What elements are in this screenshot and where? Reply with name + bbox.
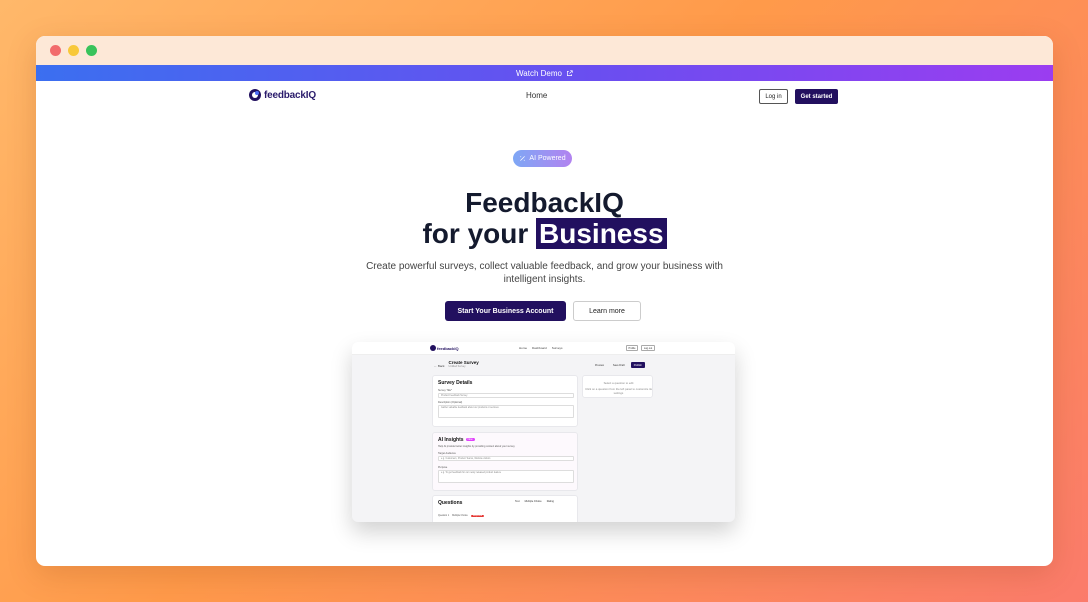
login-button[interactable]: Log in [759,89,788,104]
preview-page-subtitle: Untitled Survey [448,365,466,368]
preview-ai-heading: AI Insights New [438,437,475,443]
preview-save-draft-action: Save Draft [612,363,625,367]
badge-label: AI Powered [529,155,566,162]
preview-purpose-label: Purpose [438,466,448,469]
preview-nav-surveys: Surveys [551,346,563,350]
preview-question-type: Multiple Choice [452,515,468,517]
sparkle-icon [520,156,526,161]
preview-logo-icon [430,345,436,351]
logo-text: feedbackIQ [264,89,316,101]
preview-question-tools: Text Multiple Choice Rating [515,500,554,503]
browser-window: Watch Demo feedbackIQ Home Log in Get st… [36,36,1053,566]
get-started-button[interactable]: Get started [795,89,838,104]
preview-ai-desc: Help AI provide better insights by provi… [438,445,515,448]
preview-logout-button: Log out [641,345,655,351]
close-window-button[interactable] [50,45,61,56]
top-nav: feedbackIQ Home Log in Get started [36,81,1053,111]
preview-tool-text: Text [515,500,520,503]
start-business-account-button[interactable]: Start Your Business Account [445,301,566,321]
preview-back: ← Back [434,364,445,368]
hero-title-prefix: for your [422,218,529,249]
preview-audience-label: Target Audience [438,452,456,455]
preview-title-label: Survey Title* [438,389,453,392]
nav-link-home[interactable]: Home [526,91,547,100]
preview-purpose-input: e.g. To get feedback for our newly relea… [438,470,574,483]
logo-icon [249,89,261,101]
preview-nav: feedbackIQ Home Dashboard Surveys Profil… [352,342,735,355]
preview-ai-heading-text: AI Insights [438,437,464,443]
preview-question-label: Question 1 [438,515,450,517]
preview-tool-multiple-choice: Multiple Choice [524,500,542,503]
preview-question-row: Question 1 Multiple Choice Required [438,515,485,517]
preview-nav-home: Home [519,346,528,350]
window-titlebar [36,36,1053,65]
learn-more-button[interactable]: Learn more [573,301,641,321]
preview-desc-label: Description (Optional) [438,401,463,404]
ai-powered-badge: AI Powered [513,150,572,167]
preview-titles: Create Survey Untitled Survey [449,360,479,368]
preview-questions-card: Questions Text Multiple Choice Rating Qu… [432,495,578,522]
app-preview-image: feedbackIQ Home Dashboard Surveys Profil… [352,342,735,522]
watch-demo-label: Watch Demo [516,68,562,78]
preview-survey-details-card: Survey Details Survey Title* Product Fee… [432,375,578,427]
preview-preview-action: Preview [595,363,604,367]
preview-logo: feedbackIQ [430,345,459,351]
preview-survey-details-heading: Survey Details [438,380,473,386]
hero-subtitle-line2: intelligent insights. [503,274,586,285]
watch-demo-banner[interactable]: Watch Demo [36,65,1053,81]
preview-question-tag: Required [470,515,485,517]
logo[interactable]: feedbackIQ [248,88,316,102]
preview-tool-rating: Rating [546,500,554,503]
preview-nav-links: Home Dashboard Surveys [519,346,563,350]
preview-questions-heading: Questions [438,500,463,506]
hero-title-highlight: Business [536,218,667,249]
preview-ai-insights-card: AI Insights New Help AI provide better in… [432,432,578,491]
preview-actions: Preview Save Draft Publish [592,362,645,368]
preview-header: ← Back Create Survey Untitled Survey [434,360,479,368]
hero-title-line1: FeedbackIQ [465,187,624,218]
preview-back-label: Back [437,364,445,368]
hero-title-line2: for your Business [36,218,1053,249]
preview-desc-input: Gather valuable feedback about our produ… [438,405,574,418]
hero-subtitle: Create powerful surveys, collect valuabl… [36,260,1053,286]
preview-title-input: Product Feedback Survey [438,393,574,398]
preview-profile-button: Profile [626,345,638,351]
hero-subtitle-line1: Create powerful surveys, collect valuabl… [366,261,723,272]
preview-side-line1: Select a question to edit [603,381,634,385]
maximize-window-button[interactable] [86,45,97,56]
preview-side-line2: Click on a question from the left panel … [585,387,652,395]
preview-ai-badge: New [465,438,475,442]
external-link-icon [567,69,573,76]
preview-publish-action: Publish [630,362,645,368]
minimize-window-button[interactable] [68,45,79,56]
preview-nav-dashboard: Dashboard [532,346,547,350]
preview-audience-input: e.g. Customers, Product Teams, Website v… [438,456,574,461]
preview-side-panel: Select a question to edit Click on a que… [582,375,653,398]
preview-logo-text: feedbackIQ [437,345,459,351]
